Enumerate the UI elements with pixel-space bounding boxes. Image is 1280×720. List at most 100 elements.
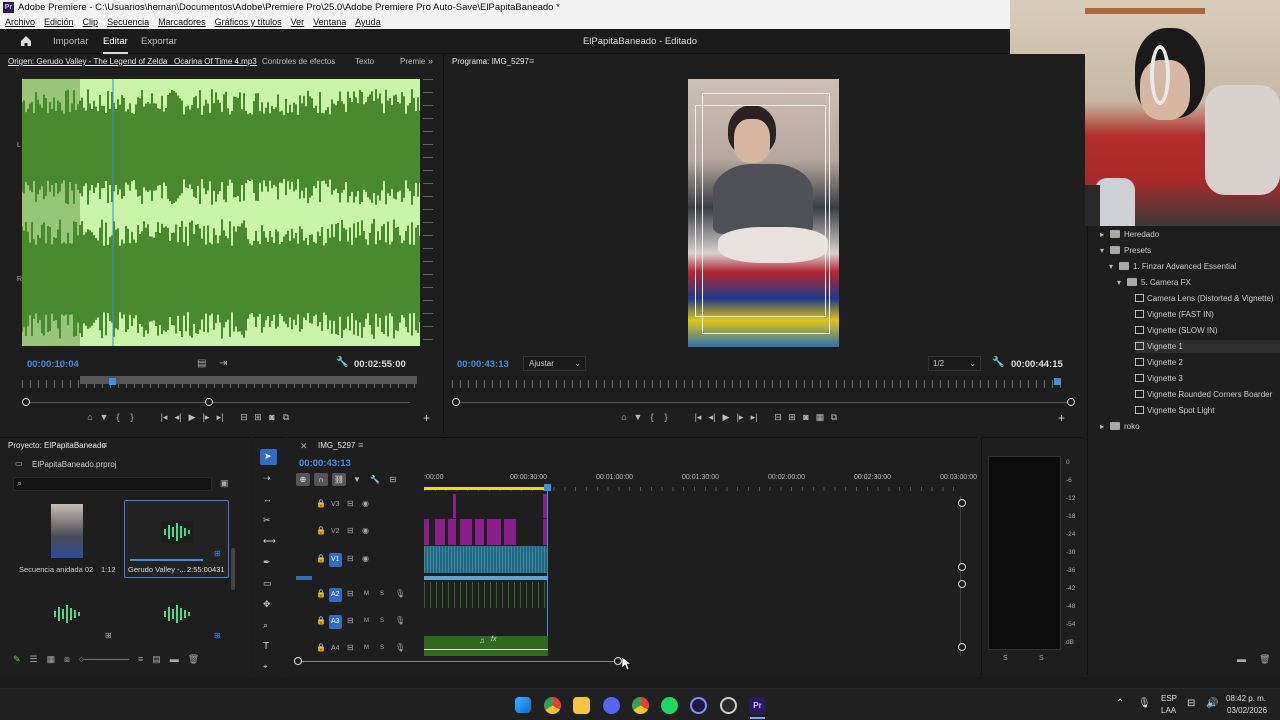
program-video-frame[interactable] [688, 79, 839, 347]
spotify-icon[interactable] [661, 697, 678, 714]
razor-icon[interactable]: ✂ [263, 515, 271, 526]
meter-solo-left[interactable]: S [1003, 655, 1008, 662]
source-zoom-handle-left[interactable] [22, 398, 30, 406]
project-menu-icon[interactable]: ≡ [102, 440, 107, 450]
menu-graficos[interactable]: Gráficos y títulos [215, 15, 282, 29]
snap-icon[interactable]: ∩ [314, 473, 328, 486]
source-zoom-bar[interactable] [30, 402, 410, 403]
effects-tree-item[interactable]: Vignette 1 [1135, 340, 1280, 353]
effects-tree-item[interactable]: Vignette (FAST IN) [1135, 310, 1214, 319]
mute-button[interactable]: M [364, 645, 369, 651]
sequence-menu-icon[interactable]: ≡ [358, 440, 363, 450]
ripple-edit-icon[interactable]: ↔ [263, 494, 272, 504]
timeline-vscroll[interactable] [960, 496, 961, 656]
drag-video-icon[interactable]: ▤ [197, 358, 206, 369]
audio-track-header[interactable]: 🔒 A2 ⊟ M S 🎙 [313, 588, 413, 602]
mark-out-icon[interactable]: } [125, 412, 139, 422]
project-search-input[interactable]: ⌕ [13, 477, 212, 491]
eye-icon[interactable]: ◉ [362, 554, 369, 563]
v2-clips[interactable] [424, 519, 547, 545]
vscroll-handle-audio-bottom[interactable] [958, 643, 966, 651]
lock-icon[interactable]: 🔒 [316, 499, 326, 508]
effects-tree-item[interactable]: ▸ roko [1100, 422, 1140, 431]
effects-tree-item[interactable]: Vignette (SLOW IN) [1135, 326, 1218, 335]
menu-clip[interactable]: Clip [83, 15, 99, 29]
automate-icon[interactable]: ▤ [152, 654, 161, 665]
waveform-display[interactable] [21, 79, 421, 346]
go-to-out-icon[interactable]: ▸| [213, 412, 227, 423]
app-icon[interactable] [720, 697, 737, 714]
microphone-icon[interactable]: 🎙 [395, 643, 405, 652]
rectangle-icon[interactable]: ▭ [263, 578, 272, 589]
tab-effect-controls[interactable]: Controles de efectos [262, 57, 335, 66]
comparison-view-icon[interactable]: ▦ [813, 412, 827, 423]
vr-icon[interactable]: ⧉ [827, 412, 841, 423]
sync-lock-icon[interactable]: ⊟ [347, 589, 354, 598]
mute-button[interactable]: M [364, 618, 369, 624]
pencil-icon[interactable]: ✎ [13, 654, 21, 665]
effects-tree-item[interactable]: ▾ 5. Camera FX [1117, 278, 1191, 287]
step-forward-icon[interactable]: |▸ [733, 412, 747, 423]
zoom-slider-icon[interactable]: ○─────── [79, 654, 129, 665]
a4-clip[interactable]: ♫ fx [424, 636, 548, 656]
zoom-icon[interactable]: ⌕ [263, 620, 268, 631]
resolution-select[interactable]: 1/2 ⌄ [928, 356, 981, 371]
lift-icon[interactable]: ⌂ [617, 412, 631, 422]
marker-icon[interactable]: ▼ [97, 412, 111, 422]
mute-button[interactable]: M [364, 591, 369, 597]
hscroll-handle-right[interactable] [614, 657, 622, 665]
lock-icon[interactable]: 🔒 [316, 526, 326, 535]
volume-icon[interactable]: 🔊 [1206, 698, 1218, 709]
hand-icon[interactable]: ✥ [263, 599, 271, 610]
sync-lock-icon[interactable]: ⊟ [347, 643, 354, 652]
captions-icon[interactable]: ⊟ [386, 473, 400, 486]
drag-audio-icon[interactable]: ⇥ [219, 358, 227, 369]
extract-clip-icon[interactable]: ⊞ [785, 412, 799, 423]
program-add-button-icon[interactable]: + [1058, 411, 1065, 425]
overwrite-icon[interactable]: ⊞ [251, 412, 265, 423]
program-menu-icon[interactable]: ≡ [529, 56, 534, 66]
lock-icon[interactable]: 🔒 [316, 643, 326, 652]
icon-view-icon[interactable]: ▦ [47, 654, 56, 665]
add-marker-icon[interactable]: ▼ [350, 473, 364, 486]
tab-premiere[interactable]: Premie [400, 57, 425, 66]
project-panel-title[interactable]: Proyecto: ElPapitaBaneado [8, 441, 106, 450]
sort-icon[interactable]: ≡ [138, 654, 143, 665]
safe-margins-icon[interactable]: ⧉ [279, 412, 293, 423]
discord-icon[interactable] [603, 697, 620, 714]
effects-tree-item[interactable]: Vignette 2 [1135, 358, 1183, 367]
export-frame-icon[interactable]: ◙ [265, 412, 279, 422]
project-scrollbar[interactable] [231, 548, 235, 590]
step-forward-icon[interactable]: |▸ [199, 412, 213, 423]
trash-icon[interactable]: 🗑 [188, 654, 199, 665]
effects-tree-item[interactable]: Vignette Rounded Corners Boarder [1135, 390, 1272, 399]
a2-clips[interactable] [424, 582, 548, 608]
play-icon[interactable]: ▶ [185, 412, 199, 423]
program-timecode-current[interactable]: 00:00:43:13 [457, 359, 509, 370]
source-zoom-handle-right[interactable] [205, 398, 213, 406]
meter-solo-right[interactable]: S [1039, 655, 1044, 662]
eye-icon[interactable]: ◉ [362, 499, 369, 508]
menu-ayuda[interactable]: Ayuda [355, 15, 380, 29]
microphone-icon[interactable]: 🎙 [1138, 698, 1151, 709]
timeline-timecode[interactable]: 00:00:43:13 [299, 458, 351, 469]
export-frame-icon[interactable]: ◙ [799, 412, 813, 422]
mark-in-icon[interactable]: { [645, 412, 659, 422]
sync-lock-icon[interactable]: ⊟ [347, 526, 354, 535]
new-bin-icon[interactable]: ▬ [170, 654, 179, 665]
microphone-icon[interactable]: 🎙 [395, 589, 405, 598]
video-track-header[interactable]: 🔒 V3 ⊟ ◉ [313, 498, 413, 512]
mark-out-icon[interactable]: } [659, 412, 673, 422]
program-zoom-bar[interactable] [460, 402, 1070, 403]
fit-select[interactable]: Ajustar ⌄ [523, 356, 586, 371]
freeform-view-icon[interactable]: ⧈ [64, 654, 70, 665]
effects-tree-item[interactable]: Vignette Spot Light [1135, 406, 1214, 415]
panel-overflow-icon[interactable]: » [428, 56, 433, 66]
chevron-up-icon[interactable]: ⌃ [1116, 698, 1124, 709]
program-playhead[interactable] [1054, 378, 1061, 385]
windows-start-icon[interactable] [515, 697, 531, 713]
vscroll-handle-audio-top[interactable] [958, 580, 966, 588]
work-area-bar[interactable] [424, 487, 548, 490]
chrome-profile-icon[interactable] [632, 697, 649, 714]
go-to-in-icon[interactable]: |◂ [157, 412, 171, 423]
